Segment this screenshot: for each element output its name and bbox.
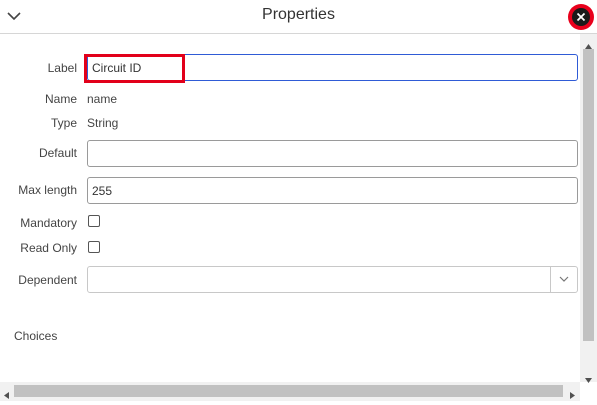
- horizontal-scroll-thumb[interactable]: [14, 385, 563, 397]
- default-input[interactable]: [87, 140, 578, 167]
- type-field-label: Type: [50, 116, 77, 130]
- vertical-scroll-thumb[interactable]: [583, 49, 594, 341]
- mandatory-field-label: Mandatory: [20, 216, 77, 230]
- read-only-checkbox[interactable]: [88, 241, 100, 253]
- mandatory-checkbox[interactable]: [88, 215, 100, 227]
- name-value: name: [87, 92, 118, 106]
- max-length-field-label: Max length: [18, 183, 77, 197]
- type-value: String: [87, 116, 119, 130]
- label-input[interactable]: [87, 54, 578, 81]
- choices-section-title: Choices: [14, 329, 58, 343]
- scroll-left-icon[interactable]: [3, 387, 10, 405]
- scroll-right-icon[interactable]: [569, 387, 576, 405]
- default-field-label: Default: [38, 146, 77, 160]
- scroll-down-icon[interactable]: [584, 371, 593, 389]
- close-icon: [572, 8, 590, 26]
- dependent-field-label: Dependent: [18, 273, 77, 287]
- name-field-label: Name: [44, 92, 77, 106]
- panel-header: Properties: [0, 0, 597, 34]
- horizontal-scrollbar[interactable]: [0, 382, 580, 401]
- max-length-input[interactable]: [87, 177, 578, 204]
- properties-panel: Properties Label Name name Type String D…: [0, 0, 597, 401]
- read-only-field-label: Read Only: [20, 241, 77, 255]
- dependent-select[interactable]: [87, 266, 578, 293]
- panel-title: Properties: [262, 6, 335, 23]
- label-field-label: Label: [47, 61, 77, 75]
- vertical-scrollbar[interactable]: [580, 34, 597, 383]
- close-button[interactable]: [568, 4, 594, 30]
- chevron-down-icon[interactable]: [550, 267, 577, 292]
